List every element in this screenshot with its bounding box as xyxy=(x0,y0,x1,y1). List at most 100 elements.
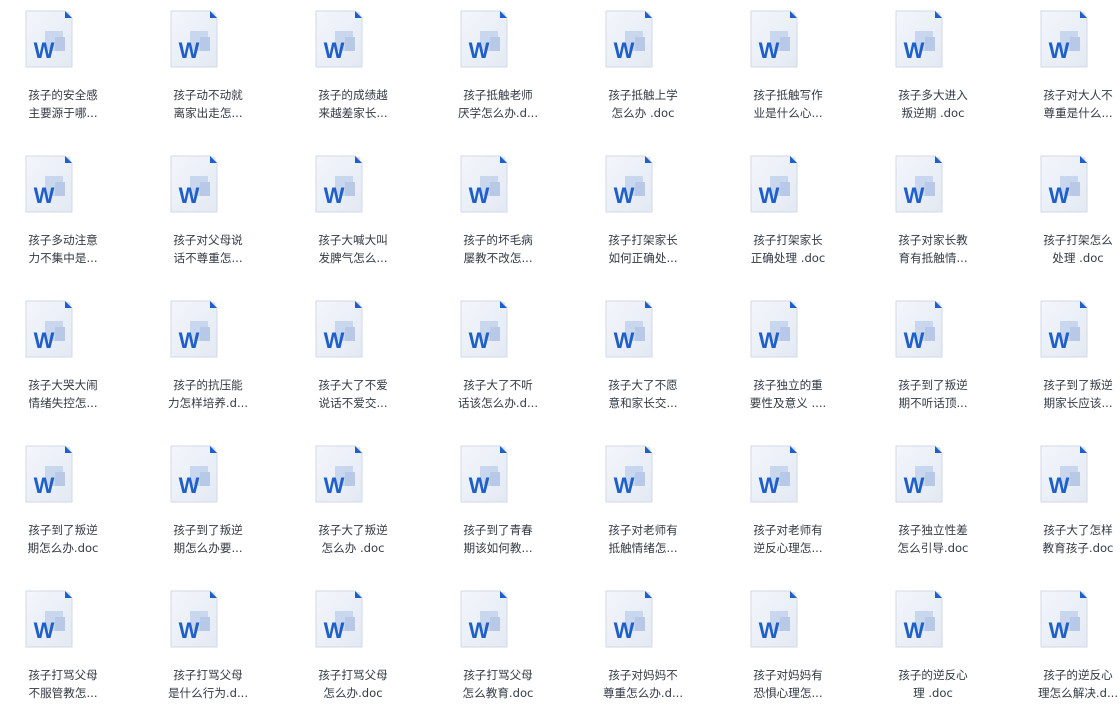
svg-text:W: W xyxy=(179,473,200,498)
file-name-label: 孩子对父母说 话不尊重怎... xyxy=(144,231,272,267)
file-item[interactable]: W 孩子打架家长 如何正确处... xyxy=(579,145,724,290)
file-name-line2: 逆反心理怎... xyxy=(753,541,823,555)
file-item[interactable]: W 孩子动不动就 离家出走怎... xyxy=(144,0,289,145)
word-doc-icon: W xyxy=(895,300,945,360)
file-name-line2: 说话不爱交... xyxy=(318,396,388,410)
file-item[interactable]: W 孩子抵触老师 厌学怎么办.d... xyxy=(434,0,579,145)
file-item[interactable]: W 孩子大了不爱 说话不爱交... xyxy=(289,290,434,435)
file-item[interactable]: W 孩子打架怎么 处理 .doc xyxy=(1014,145,1120,290)
file-item[interactable]: W 孩子大了不听 话该怎么办.d... xyxy=(434,290,579,435)
word-doc-icon: W xyxy=(1040,10,1090,70)
file-name-line1: 孩子到了叛逆 xyxy=(898,378,968,392)
file-item[interactable]: W 孩子对妈妈不 尊重怎么办.d... xyxy=(579,580,724,725)
file-name-label: 孩子的成绩越 来越差家长... xyxy=(289,86,417,122)
file-name-line1: 孩子打骂父母 xyxy=(28,668,98,682)
file-name-line1: 孩子大了叛逆 xyxy=(318,523,388,537)
file-item[interactable]: W 孩子大了不愿 意和家长交... xyxy=(579,290,724,435)
file-item[interactable]: W 孩子的坏毛病 屡教不改怎... xyxy=(434,145,579,290)
file-name-line1: 孩子对妈妈不 xyxy=(608,668,678,682)
file-name-line2: 不服管教怎... xyxy=(28,686,98,700)
file-item[interactable]: W 孩子打骂父母 怎么办.doc xyxy=(289,580,434,725)
file-name-label: 孩子到了青春 期该如何教... xyxy=(434,521,562,557)
file-item[interactable]: W 孩子对父母说 话不尊重怎... xyxy=(144,145,289,290)
file-item[interactable]: W 孩子到了叛逆 期怎么办.doc xyxy=(0,435,144,580)
svg-text:W: W xyxy=(324,38,345,63)
svg-text:W: W xyxy=(34,618,55,643)
file-item[interactable]: W 孩子到了叛逆 期不听话顶... xyxy=(869,290,1014,435)
file-name-line2: 力怎样培养.d... xyxy=(167,396,249,410)
file-name-line2: 力不集中是... xyxy=(28,251,98,265)
file-name-line1: 孩子独立性差 xyxy=(898,523,968,537)
file-item[interactable]: W 孩子多动注意 力不集中是... xyxy=(0,145,144,290)
word-doc-icon: W xyxy=(25,590,75,650)
file-name-line2: 恐惧心理怎... xyxy=(753,686,823,700)
svg-text:W: W xyxy=(904,38,925,63)
file-name-line1: 孩子到了青春 xyxy=(463,523,533,537)
word-doc-icon: W xyxy=(1040,590,1090,650)
file-item[interactable]: W 孩子大了怎样 教育孩子.doc xyxy=(1014,435,1120,580)
svg-text:W: W xyxy=(759,328,780,353)
file-name-line2: 话该怎么办.d... xyxy=(457,396,539,410)
file-item[interactable]: W 孩子对妈妈有 恐惧心理怎... xyxy=(724,580,869,725)
file-item[interactable]: W 孩子打骂父母 不服管教怎... xyxy=(0,580,144,725)
file-item[interactable]: W 孩子到了叛逆 期家长应该... xyxy=(1014,290,1120,435)
word-doc-icon: W xyxy=(315,300,365,360)
file-item[interactable]: W 孩子对大人不 尊重是什么... xyxy=(1014,0,1120,145)
word-doc-icon: W xyxy=(895,590,945,650)
file-name-line2: 要性及意义 .... xyxy=(749,396,827,410)
file-name-label: 孩子到了叛逆 期家长应该... xyxy=(1014,376,1120,412)
svg-text:W: W xyxy=(904,618,925,643)
file-item[interactable]: W 孩子的逆反心理 .doc xyxy=(869,580,1014,725)
file-name-label: 孩子独立性差 怎么引导.doc xyxy=(869,521,997,557)
svg-text:W: W xyxy=(1049,328,1070,353)
file-name-label: 孩子打骂父母 是什么行为.d... xyxy=(144,666,272,702)
word-doc-icon: W xyxy=(460,590,510,650)
file-item[interactable]: W 孩子大哭大闹 情绪失控怎... xyxy=(0,290,144,435)
file-item[interactable]: W 孩子打架家长 正确处理 .doc xyxy=(724,145,869,290)
word-doc-icon: W xyxy=(895,10,945,70)
svg-text:W: W xyxy=(324,618,345,643)
word-doc-icon: W xyxy=(170,590,220,650)
word-doc-icon: W xyxy=(460,300,510,360)
file-item[interactable]: W 孩子对老师有 抵触情绪怎... xyxy=(579,435,724,580)
file-item[interactable]: W 孩子抵触写作 业是什么心... xyxy=(724,0,869,145)
file-item[interactable]: W 孩子大了叛逆 怎么办 .doc xyxy=(289,435,434,580)
file-item[interactable]: W 孩子的抗压能 力怎样培养.d... xyxy=(144,290,289,435)
file-name-label: 孩子动不动就 离家出走怎... xyxy=(144,86,272,122)
file-item[interactable]: W 孩子多大进入 叛逆期 .doc xyxy=(869,0,1014,145)
svg-text:W: W xyxy=(1049,38,1070,63)
file-name-line1: 孩子打架怎么 xyxy=(1043,233,1113,247)
file-name-label: 孩子打骂父母 怎么教育.doc xyxy=(434,666,562,702)
file-item[interactable]: W 孩子打骂父母 是什么行为.d... xyxy=(144,580,289,725)
word-doc-icon: W xyxy=(605,445,655,505)
file-name-label: 孩子抵触上学 怎么办 .doc xyxy=(579,86,707,122)
file-name-line2: 怎么教育.doc xyxy=(462,686,534,700)
file-name-line2: 期怎么办.doc xyxy=(27,541,99,555)
word-doc-icon: W xyxy=(315,445,365,505)
file-name-line1: 孩子对妈妈有 xyxy=(753,668,823,682)
file-name-line2: 尊重是什么... xyxy=(1043,106,1113,120)
file-name-label: 孩子抵触老师 厌学怎么办.d... xyxy=(434,86,562,122)
svg-text:W: W xyxy=(759,618,780,643)
file-name-label: 孩子多大进入 叛逆期 .doc xyxy=(869,86,997,122)
file-name-line1: 孩子的坏毛病 xyxy=(463,233,533,247)
file-item[interactable]: W 孩子打骂父母 怎么教育.doc xyxy=(434,580,579,725)
file-item[interactable]: W 孩子对老师有 逆反心理怎... xyxy=(724,435,869,580)
word-doc-icon: W xyxy=(1040,155,1090,215)
svg-text:W: W xyxy=(1049,618,1070,643)
file-item[interactable]: W 孩子到了青春 期该如何教... xyxy=(434,435,579,580)
file-item[interactable]: W 孩子到了叛逆 期怎么办要... xyxy=(144,435,289,580)
word-doc-icon: W xyxy=(460,10,510,70)
file-item[interactable]: W 孩子大喊大叫 发脾气怎么... xyxy=(289,145,434,290)
word-doc-icon: W xyxy=(750,590,800,650)
file-item[interactable]: W 孩子的成绩越 来越差家长... xyxy=(289,0,434,145)
file-name-line1: 孩子抵触上学 xyxy=(608,88,678,102)
file-item[interactable]: W 孩子抵触上学 怎么办 .doc xyxy=(579,0,724,145)
word-doc-icon: W xyxy=(605,300,655,360)
word-doc-icon: W xyxy=(170,300,220,360)
file-item[interactable]: W 孩子的安全感 主要源于哪... xyxy=(0,0,144,145)
file-item[interactable]: W 孩子对家长教 育有抵触情... xyxy=(869,145,1014,290)
file-item[interactable]: W 孩子独立性差 怎么引导.doc xyxy=(869,435,1014,580)
file-item[interactable]: W 孩子的逆反心 理怎么解决.d... xyxy=(1014,580,1120,725)
file-item[interactable]: W 孩子独立的重 要性及意义 .... xyxy=(724,290,869,435)
